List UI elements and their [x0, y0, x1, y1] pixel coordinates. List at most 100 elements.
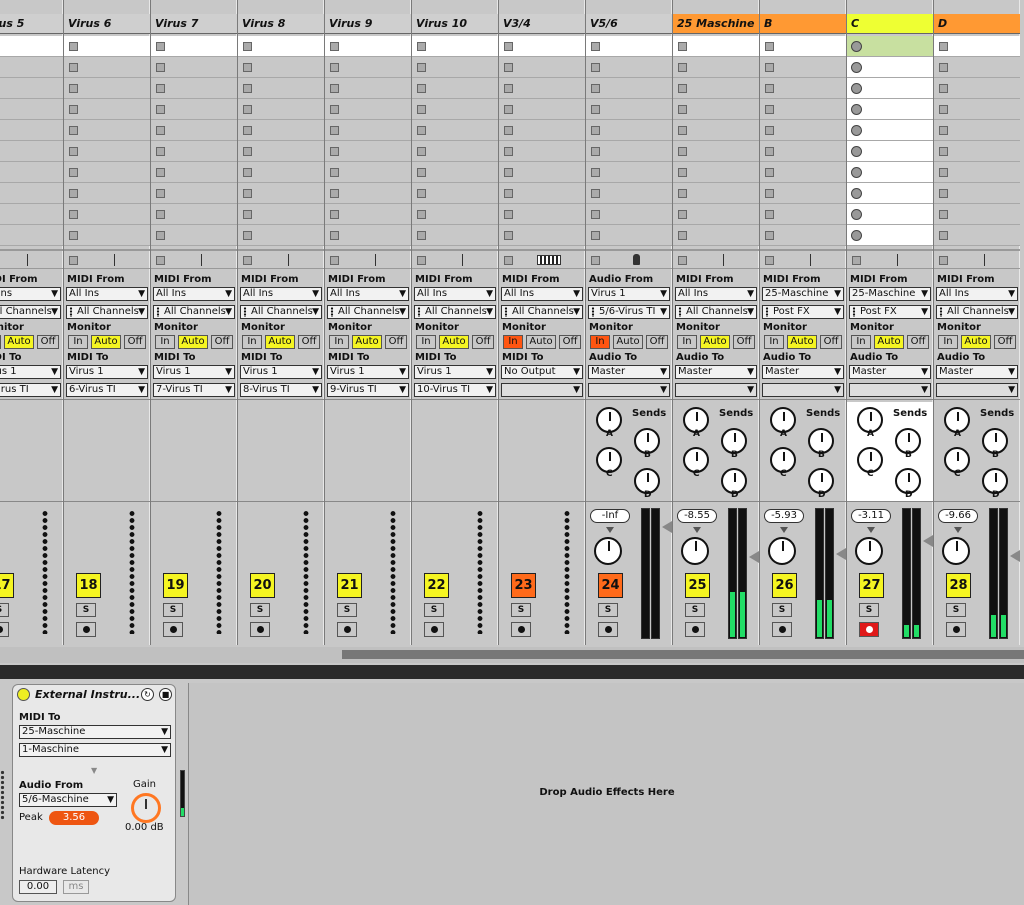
clip-stop-icon[interactable] — [939, 63, 948, 72]
clip-slot[interactable] — [238, 162, 324, 183]
clip-stop-icon[interactable] — [939, 42, 948, 51]
clip-slot[interactable] — [934, 225, 1020, 246]
clip-slot[interactable] — [673, 78, 759, 99]
clip-stop-icon[interactable] — [765, 210, 774, 219]
track-activator-button[interactable]: 19 — [163, 573, 188, 598]
clip-slot[interactable] — [934, 78, 1020, 99]
track-title[interactable]: C — [847, 14, 933, 34]
monitor-off-button[interactable]: Off — [211, 335, 233, 349]
solo-button[interactable]: S — [337, 603, 357, 617]
stop-all-icon[interactable] — [504, 256, 513, 265]
clip-slot[interactable] — [412, 162, 498, 183]
clip-stop-icon[interactable] — [330, 126, 339, 135]
stop-all-icon[interactable] — [69, 256, 78, 265]
clip-slot[interactable] — [0, 36, 63, 57]
track-title[interactable]: Virus 6 — [64, 14, 150, 34]
arm-button[interactable] — [163, 622, 183, 637]
clip-slot[interactable] — [847, 141, 933, 162]
clip-stop-icon[interactable] — [156, 84, 165, 93]
clip-slot[interactable] — [238, 225, 324, 246]
output-type-select[interactable]: Virus 1 — [66, 365, 148, 379]
clip-slot[interactable] — [238, 99, 324, 120]
solo-button[interactable]: S — [772, 603, 792, 617]
output-channel-select[interactable]: 10-Virus TI — [414, 383, 496, 397]
clip-stop-icon[interactable] — [678, 147, 687, 156]
monitor-off-button[interactable]: Off — [559, 335, 581, 349]
clip-stop-icon[interactable] — [765, 231, 774, 240]
monitor-in-button[interactable]: In — [677, 335, 697, 349]
solo-button[interactable]: S — [685, 603, 705, 617]
arm-button[interactable] — [76, 622, 96, 637]
clip-slot[interactable] — [151, 78, 237, 99]
clip-stop-icon[interactable] — [765, 84, 774, 93]
input-channel-select[interactable]: All Channels — [501, 305, 583, 319]
arm-button[interactable] — [685, 622, 705, 637]
monitor-off-button[interactable]: Off — [124, 335, 146, 349]
monitor-auto-button[interactable]: Auto — [526, 335, 556, 349]
device-drag-handle-icon[interactable] — [0, 770, 5, 820]
output-type-select[interactable]: Master — [849, 365, 931, 379]
monitor-auto-button[interactable]: Auto — [787, 335, 817, 349]
input-type-select[interactable]: All Ins — [66, 287, 148, 301]
clip-stop-icon[interactable] — [417, 231, 426, 240]
arm-button[interactable] — [424, 622, 444, 637]
clip-stop-icon[interactable] — [765, 189, 774, 198]
clip-slot[interactable] — [847, 225, 933, 246]
clip-slot[interactable] — [0, 204, 63, 225]
collapse-icon[interactable]: ▼ — [91, 766, 97, 775]
clip-slot[interactable] — [586, 36, 672, 57]
clip-slot[interactable] — [412, 57, 498, 78]
output-channel-select[interactable]: 6-Virus TI — [66, 383, 148, 397]
clip-stop-icon[interactable] — [156, 126, 165, 135]
clip-record-icon[interactable] — [851, 146, 862, 157]
monitor-auto-button[interactable]: Auto — [961, 335, 991, 349]
clip-stop-icon[interactable] — [678, 84, 687, 93]
track-title[interactable]: Virus 8 — [238, 14, 324, 34]
clip-slot[interactable] — [412, 141, 498, 162]
volume-fader[interactable] — [1010, 550, 1020, 562]
stop-all-icon[interactable] — [417, 256, 426, 265]
input-type-select[interactable]: All Ins — [936, 287, 1018, 301]
clip-slot[interactable] — [499, 141, 585, 162]
monitor-auto-button[interactable]: Auto — [700, 335, 730, 349]
track-activator-button[interactable]: 26 — [772, 573, 797, 598]
clip-slot[interactable] — [673, 141, 759, 162]
clip-slot[interactable] — [325, 183, 411, 204]
clip-stop-icon[interactable] — [678, 126, 687, 135]
clip-slot[interactable] — [412, 183, 498, 204]
clip-stop-icon[interactable] — [69, 189, 78, 198]
clip-slot[interactable] — [586, 99, 672, 120]
stop-all-icon[interactable] — [330, 256, 339, 265]
monitor-in-button[interactable]: In — [242, 335, 262, 349]
clip-slot[interactable] — [586, 120, 672, 141]
input-type-select[interactable]: All Ins — [414, 287, 496, 301]
clip-slot[interactable] — [64, 99, 150, 120]
monitor-in-button[interactable]: In — [851, 335, 871, 349]
track-title[interactable]: Virus 9 — [325, 14, 411, 34]
clip-stop-icon[interactable] — [678, 105, 687, 114]
clip-slot[interactable] — [325, 120, 411, 141]
clip-stop-icon[interactable] — [243, 147, 252, 156]
clip-slot[interactable] — [325, 57, 411, 78]
clip-slot[interactable] — [0, 57, 63, 78]
clip-slot[interactable] — [760, 141, 846, 162]
output-channel-select[interactable] — [675, 383, 757, 397]
monitor-auto-button[interactable]: Auto — [874, 335, 904, 349]
monitor-auto-button[interactable]: Auto — [439, 335, 469, 349]
clip-stop-icon[interactable] — [591, 189, 600, 198]
input-channel-select[interactable]: Post FX — [762, 305, 844, 319]
clip-stop-icon[interactable] — [156, 168, 165, 177]
arm-button[interactable] — [598, 622, 618, 637]
arm-button[interactable] — [772, 622, 792, 637]
track-title[interactable]: Virus 10 — [412, 14, 498, 34]
solo-button[interactable]: S — [424, 603, 444, 617]
gain-knob[interactable] — [131, 793, 161, 823]
device-power-icon[interactable] — [17, 688, 30, 701]
clip-slot[interactable] — [934, 183, 1020, 204]
clip-slot[interactable] — [151, 141, 237, 162]
monitor-off-button[interactable]: Off — [994, 335, 1016, 349]
volume-value[interactable]: -9.66 — [938, 509, 978, 523]
volume-value[interactable]: -3.11 — [851, 509, 891, 523]
arm-button[interactable] — [511, 622, 531, 637]
input-channel-select[interactable]: All Channels — [936, 305, 1018, 319]
